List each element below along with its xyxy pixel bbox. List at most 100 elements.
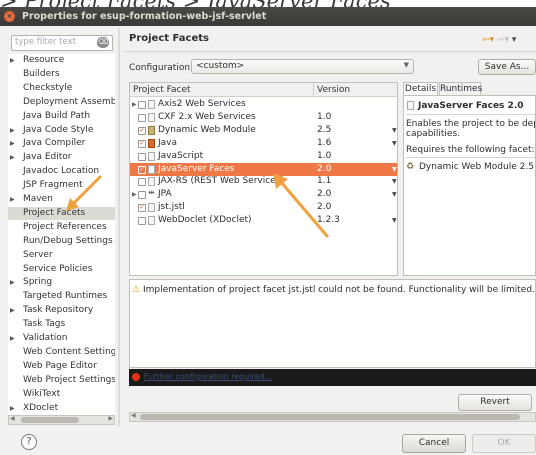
tree-item-label: Checkstyle bbox=[23, 82, 73, 93]
cancel-button[interactable]: Cancel bbox=[402, 434, 466, 453]
column-header-facet[interactable]: Project Facet bbox=[130, 83, 313, 97]
splitter-sash[interactable] bbox=[118, 28, 120, 426]
facet-checkbox[interactable] bbox=[138, 113, 146, 122]
tree-item[interactable]: ▶ Task Repository bbox=[8, 304, 115, 317]
history-nav[interactable]: ⇦▾ ⇨▾ ▾ bbox=[482, 35, 516, 45]
facet-checkbox[interactable] bbox=[138, 152, 146, 161]
tree-item[interactable]: Web Content Settings bbox=[8, 346, 115, 359]
help-button[interactable]: ? bbox=[21, 434, 37, 450]
tree-item-label: WikiText bbox=[23, 388, 61, 399]
facet-checkbox[interactable]: ✓ bbox=[138, 126, 146, 135]
facet-checkbox[interactable]: ✓ bbox=[138, 204, 146, 213]
facet-checkbox[interactable]: ✓ bbox=[138, 165, 146, 174]
version-dropdown-icon[interactable]: ▼ bbox=[392, 214, 397, 227]
facet-row[interactable]: ✓ Dynamic Web Module 2.5 ▼ bbox=[130, 124, 397, 137]
facet-row[interactable]: ▶ ⇹ JPA 2.0 ▼ bbox=[130, 188, 397, 201]
tree-item[interactable]: Web Page Editor bbox=[8, 360, 115, 373]
further-configuration-link[interactable]: Further configuration required... bbox=[144, 372, 272, 381]
version-dropdown-icon[interactable]: ▼ bbox=[392, 163, 397, 176]
expand-arrow-icon[interactable]: ▶ bbox=[10, 276, 15, 289]
expand-arrow-icon[interactable]: ▶ bbox=[10, 137, 15, 150]
tree-item[interactable]: ▶ Spring bbox=[8, 276, 115, 289]
scroll-left-icon[interactable]: ◀ bbox=[10, 415, 15, 422]
tree-item[interactable]: Java Build Path bbox=[8, 110, 115, 123]
expand-arrow-icon[interactable]: ▶ bbox=[132, 188, 137, 201]
version-dropdown-icon[interactable]: ▼ bbox=[392, 124, 397, 137]
clear-filter-icon[interactable]: ⌫ bbox=[97, 37, 109, 48]
tree-item[interactable]: Task Tags bbox=[8, 318, 115, 331]
tree-item-label: Service Policies bbox=[23, 263, 93, 274]
version-dropdown-icon[interactable]: ▼ bbox=[392, 175, 397, 188]
facet-row[interactable]: JAX-RS (REST Web Services) 1.1 ▼ bbox=[130, 175, 397, 188]
close-icon[interactable]: ✕ bbox=[4, 11, 15, 22]
facet-row[interactable]: ✓ Java 1.6 ▼ bbox=[130, 137, 397, 150]
tree-item[interactable]: Service Policies bbox=[8, 263, 115, 276]
scroll-right-icon[interactable]: ▶ bbox=[108, 415, 113, 422]
expand-arrow-icon[interactable]: ▶ bbox=[10, 332, 15, 345]
expand-arrow-icon[interactable]: ▶ bbox=[10, 304, 15, 317]
tree-item[interactable]: Checkstyle bbox=[8, 82, 115, 95]
tree-item[interactable]: Builders bbox=[8, 68, 115, 81]
facet-version[interactable]: 1.0 bbox=[317, 111, 331, 124]
facet-version[interactable]: 2.5 bbox=[317, 124, 331, 137]
tree-item-label: Java Build Path bbox=[23, 110, 91, 121]
tree-item[interactable]: ▶ Java Editor bbox=[8, 151, 115, 164]
facet-checkbox[interactable] bbox=[138, 217, 146, 226]
tree-item-label: Java Editor bbox=[23, 152, 72, 163]
facet-name: Dynamic Web Module bbox=[158, 124, 256, 135]
tree-item[interactable]: ▶ Validation bbox=[8, 332, 115, 345]
ok-button[interactable]: OK bbox=[472, 434, 536, 453]
page-horizontal-scrollbar[interactable]: ◀ bbox=[129, 412, 536, 422]
expand-arrow-icon[interactable]: ▶ bbox=[10, 151, 15, 164]
tree-item[interactable]: WikiText bbox=[8, 388, 115, 401]
file-icon bbox=[148, 151, 155, 161]
facet-checkbox[interactable]: ✓ bbox=[138, 139, 146, 148]
scroll-thumb[interactable] bbox=[21, 417, 79, 423]
facet-name: Axis2 Web Services bbox=[158, 99, 246, 109]
version-dropdown-icon[interactable]: ▼ bbox=[392, 188, 397, 201]
expand-arrow-icon[interactable]: ▶ bbox=[10, 193, 15, 206]
tree-horizontal-scrollbar[interactable]: ◀ ▶ bbox=[8, 415, 115, 425]
configuration-label: Configuration: bbox=[129, 63, 194, 73]
tree-item[interactable]: ▶ Java Compiler bbox=[8, 137, 115, 150]
expand-arrow-icon[interactable]: ▶ bbox=[10, 124, 15, 137]
tree-item[interactable]: Deployment Assembly bbox=[8, 96, 115, 109]
filter-input[interactable]: type filter text ⌫ bbox=[11, 35, 113, 51]
scroll-thumb[interactable] bbox=[140, 414, 520, 420]
tree-item[interactable]: Run/Debug Settings bbox=[8, 235, 115, 248]
configuration-select[interactable]: <custom> ▼ bbox=[191, 59, 414, 74]
forward-arrow-icon[interactable]: ⇨▾ bbox=[497, 35, 509, 45]
back-arrow-icon[interactable]: ⇦▾ bbox=[482, 35, 494, 45]
save-as-button[interactable]: Save As... bbox=[478, 59, 536, 75]
expand-arrow-icon[interactable]: ▶ bbox=[132, 98, 137, 111]
heading-separator bbox=[124, 51, 536, 52]
facet-row[interactable]: JavaScript 1.0 bbox=[130, 150, 397, 163]
facet-row[interactable]: CXF 2.x Web Services 1.0 bbox=[130, 111, 397, 124]
facet-version[interactable]: 1.6 bbox=[317, 137, 331, 150]
facet-checkbox[interactable] bbox=[138, 191, 146, 200]
column-header-version[interactable]: Version bbox=[313, 83, 397, 97]
facet-row[interactable]: ✓ JavaServer Faces 2.0 ▼ bbox=[130, 162, 397, 176]
tree-item[interactable]: ▶ XDoclet bbox=[8, 402, 115, 415]
tree-item[interactable]: ▶ Java Code Style bbox=[8, 124, 115, 137]
tree-item[interactable]: Server bbox=[8, 249, 115, 262]
facet-row[interactable]: ✓ jst.jstl 2.0 bbox=[130, 201, 397, 214]
facet-checkbox[interactable] bbox=[138, 101, 146, 109]
facet-row[interactable]: ▶ Axis2 Web Services bbox=[130, 98, 397, 111]
facet-checkbox[interactable] bbox=[138, 178, 146, 187]
tab-details[interactable]: Details bbox=[403, 82, 438, 95]
tree-item[interactable]: Project References bbox=[8, 221, 115, 234]
expand-arrow-icon[interactable]: ▶ bbox=[10, 402, 15, 415]
expand-arrow-icon[interactable]: ▶ bbox=[10, 54, 15, 67]
facet-row[interactable]: WebDoclet (XDoclet) 1.2.3 ▼ bbox=[130, 214, 397, 227]
view-menu-icon[interactable]: ▾ bbox=[512, 35, 517, 45]
revert-button[interactable]: Revert bbox=[458, 394, 532, 411]
tree-item[interactable]: Web Project Settings bbox=[8, 374, 115, 387]
tree-item-label: Web Content Settings bbox=[23, 346, 115, 357]
tab-runtimes[interactable]: Runtimes bbox=[439, 82, 482, 95]
tree-item[interactable]: Targeted Runtimes bbox=[8, 290, 115, 303]
scroll-left-icon[interactable]: ◀ bbox=[131, 412, 136, 419]
version-dropdown-icon[interactable]: ▼ bbox=[392, 137, 397, 150]
facet-version[interactable]: 1.0 bbox=[317, 150, 331, 163]
tree-item[interactable]: ▶ Resource bbox=[8, 54, 115, 67]
